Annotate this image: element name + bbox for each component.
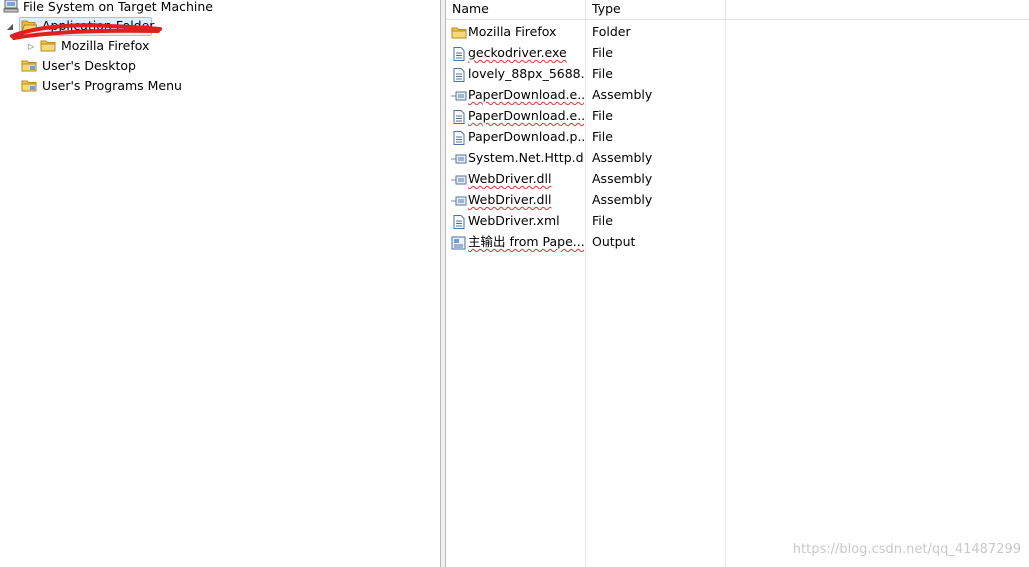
file-system-editor: File System on Target Machine ◢ Applicat… — [0, 0, 1029, 567]
list-row[interactable]: PaperDownload.e... File — [446, 105, 1029, 126]
folder-icon — [451, 25, 467, 39]
tree-root-label: File System on Target Machine — [23, 0, 213, 14]
row-name: WebDriver.dll — [468, 171, 552, 186]
file-icon — [451, 46, 467, 61]
row-type: Assembly — [592, 192, 653, 207]
file-icon — [451, 214, 467, 229]
row-name: 主输出 from Pape... — [468, 234, 584, 249]
list-row[interactable]: PaperDownload.e... Assembly — [446, 84, 1029, 105]
row-name: PaperDownload.e... — [468, 87, 584, 102]
folder-icon — [21, 79, 37, 93]
assembly-icon — [451, 172, 467, 186]
watermark: https://blog.csdn.net/qq_41487299 — [792, 542, 1021, 557]
list-row[interactable]: WebDriver.dll Assembly — [446, 168, 1029, 189]
red-annotation-mark — [10, 23, 162, 40]
row-name: lovely_88px_5688... — [468, 66, 584, 81]
row-type: File — [592, 66, 613, 81]
row-type: File — [592, 129, 613, 144]
row-type: Assembly — [592, 150, 653, 165]
list-row[interactable]: geckodriver.exe File — [446, 42, 1029, 63]
column-header-name[interactable]: Name — [446, 0, 586, 19]
list-row[interactable]: lovely_88px_5688... File — [446, 63, 1029, 84]
list-row[interactable]: WebDriver.xml File — [446, 210, 1029, 231]
list-row[interactable]: System.Net.Http.dll Assembly — [446, 147, 1029, 168]
assembly-icon — [451, 88, 467, 102]
folder-icon — [21, 59, 37, 73]
output-icon — [451, 235, 467, 250]
file-list: Name Type Mozilla Firefox Folder geckodr… — [446, 0, 1029, 567]
file-icon — [451, 130, 467, 145]
list-row[interactable]: PaperDownload.p... File — [446, 126, 1029, 147]
file-system-tree: File System on Target Machine ◢ Applicat… — [0, 0, 440, 567]
row-type: Output — [592, 234, 636, 249]
row-name: Mozilla Firefox — [468, 24, 557, 39]
list-header: Name Type — [446, 0, 1029, 20]
row-type: Assembly — [592, 171, 653, 186]
row-type: Assembly — [592, 87, 653, 102]
row-type: File — [592, 108, 613, 123]
assembly-icon — [451, 151, 467, 165]
row-name: geckodriver.exe — [468, 45, 567, 60]
column-header-type[interactable]: Type — [586, 0, 726, 19]
file-icon — [451, 109, 467, 124]
file-icon — [451, 67, 467, 82]
computer-icon — [3, 0, 19, 13]
row-name: WebDriver.dll — [468, 192, 552, 207]
row-name: PaperDownload.p... — [468, 129, 584, 144]
list-row[interactable]: 主输出 from Pape... Output — [446, 231, 1029, 252]
row-name: PaperDownload.e... — [468, 108, 584, 123]
list-row[interactable]: Mozilla Firefox Folder — [446, 21, 1029, 42]
row-type: File — [592, 45, 613, 60]
row-type: File — [592, 213, 613, 228]
tree-item-label: User's Programs Menu — [42, 78, 182, 93]
tree-item-label: User's Desktop — [42, 58, 136, 73]
row-type: Folder — [592, 24, 631, 39]
row-name: WebDriver.xml — [468, 213, 560, 228]
assembly-icon — [451, 193, 467, 207]
row-name: System.Net.Http.dll — [468, 150, 584, 165]
list-row[interactable]: WebDriver.dll Assembly — [446, 189, 1029, 210]
